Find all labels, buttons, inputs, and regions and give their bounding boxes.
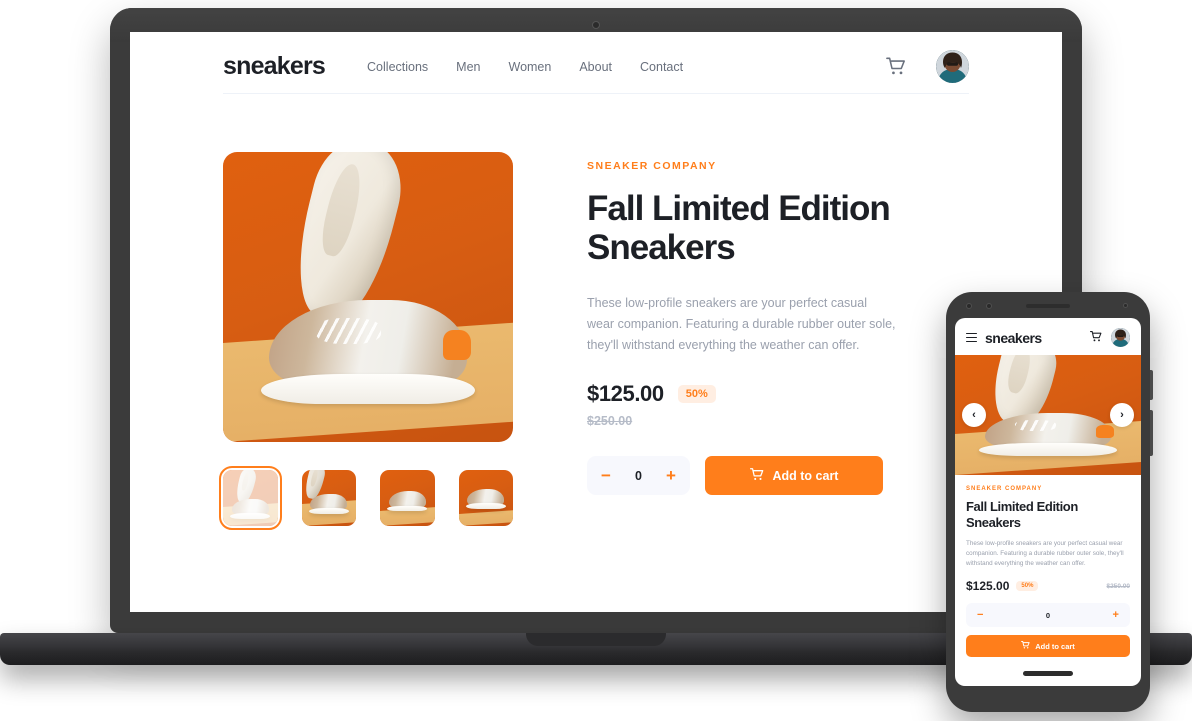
product-title: Fall Limited Edition Sneakers [587, 189, 891, 268]
phone-device: sneakers ‹ › SNEAKER COMPANY Fall Limite… [946, 292, 1153, 712]
mobile-quantity-stepper: − 0 + [966, 603, 1130, 628]
discount-badge: 50% [677, 385, 716, 404]
cart-icon [1021, 641, 1030, 651]
mobile-add-to-cart-button[interactable]: Add to cart [966, 635, 1130, 658]
mobile-product-old-price: $250.00 [1106, 582, 1131, 590]
laptop-device: sneakers Collections Men Women About Con… [0, 8, 1192, 665]
product-info: SNEAKER COMPANY Fall Limited Edition Sne… [587, 152, 969, 526]
product-hero-image[interactable] [223, 152, 513, 442]
cart-icon[interactable] [1090, 329, 1102, 347]
product-description: These low-profile sneakers are your perf… [587, 296, 896, 353]
mobile-product-price: $125.00 [966, 579, 1010, 594]
product-old-price: $250.00 [587, 414, 633, 429]
desktop-page: sneakers Collections Men Women About Con… [130, 32, 1062, 612]
phone-volume-button[interactable] [1150, 370, 1153, 400]
nav-links: Collections Men Women About Contact [367, 60, 683, 74]
cart-icon [749, 468, 764, 484]
mobile-increase-quantity-button[interactable]: + [1113, 609, 1119, 621]
mobile-navbar-actions [1090, 328, 1130, 347]
navbar-actions [886, 50, 969, 83]
mobile-brand-logo[interactable]: sneakers [985, 330, 1042, 346]
thumbnail-3[interactable] [380, 470, 435, 526]
desktop-navbar: sneakers Collections Men Women About Con… [223, 32, 969, 94]
product-eyebrow: SNEAKER COMPANY [587, 160, 717, 172]
carousel-next-button[interactable]: › [1110, 403, 1134, 427]
mobile-product-title: Fall Limited Edition Sneakers [966, 499, 1078, 530]
phone-speaker [1026, 304, 1070, 308]
mobile-product-eyebrow: SNEAKER COMPANY [966, 486, 1043, 492]
sneaker-photo [223, 152, 513, 442]
product-section: SNEAKER COMPANY Fall Limited Edition Sne… [219, 94, 969, 530]
carousel-prev-button[interactable]: ‹ [962, 403, 986, 427]
quantity-value: 0 [635, 468, 642, 483]
mockup-stage: sneakers Collections Men Women About Con… [0, 0, 1192, 721]
decrease-quantity-button[interactable]: − [601, 467, 611, 484]
mobile-hero-image[interactable]: ‹ › [955, 355, 1141, 475]
thumbnail-1[interactable] [219, 466, 282, 530]
phone-power-button[interactable] [1150, 410, 1153, 456]
nav-item-collections[interactable]: Collections [367, 60, 428, 74]
nav-item-men[interactable]: Men [456, 60, 480, 74]
phone-sensor-icon [1123, 303, 1128, 308]
mobile-product-description: These low-profile sneakers are your perf… [966, 540, 1124, 568]
phone-screen: sneakers ‹ › SNEAKER COMPANY Fall Limite… [955, 318, 1141, 686]
mobile-add-to-cart-label: Add to cart [1035, 641, 1075, 651]
product-actions: − 0 + Add to cart [587, 456, 969, 496]
mobile-product-info: SNEAKER COMPANY Fall Limited Edition Sne… [955, 475, 1141, 658]
laptop-trackpad-notch [526, 633, 666, 646]
increase-quantity-button[interactable]: + [666, 467, 676, 484]
phone-camera-icon [966, 303, 972, 309]
mobile-decrease-quantity-button[interactable]: − [977, 609, 983, 621]
thumbnail-4[interactable] [458, 470, 513, 526]
mobile-quantity-value: 0 [1045, 610, 1051, 620]
nav-item-contact[interactable]: Contact [640, 60, 683, 74]
laptop-screen: sneakers Collections Men Women About Con… [130, 32, 1062, 612]
mobile-navbar: sneakers [955, 318, 1141, 355]
nav-item-women[interactable]: Women [509, 60, 552, 74]
product-gallery [219, 152, 513, 530]
laptop-webcam-icon [592, 21, 600, 29]
user-avatar[interactable] [1111, 328, 1130, 347]
quantity-stepper: − 0 + [587, 456, 690, 496]
phone-camera-secondary-icon [986, 303, 992, 309]
mobile-price-row: $125.00 50% $250.00 [966, 579, 1130, 593]
price-row: $125.00 50% [587, 381, 969, 407]
thumbnail-list [219, 466, 513, 530]
product-price: $125.00 [587, 381, 664, 407]
mobile-discount-badge: 50% [1016, 581, 1039, 592]
cart-icon[interactable] [886, 57, 906, 76]
add-to-cart-button[interactable]: Add to cart [705, 456, 883, 496]
hamburger-menu-icon[interactable] [966, 332, 977, 343]
nav-item-about[interactable]: About [579, 60, 612, 74]
phone-home-indicator [1023, 671, 1073, 676]
brand-logo[interactable]: sneakers [223, 52, 326, 81]
add-to-cart-label: Add to cart [772, 468, 839, 483]
thumbnail-2[interactable] [301, 470, 356, 526]
user-avatar[interactable] [936, 50, 969, 83]
